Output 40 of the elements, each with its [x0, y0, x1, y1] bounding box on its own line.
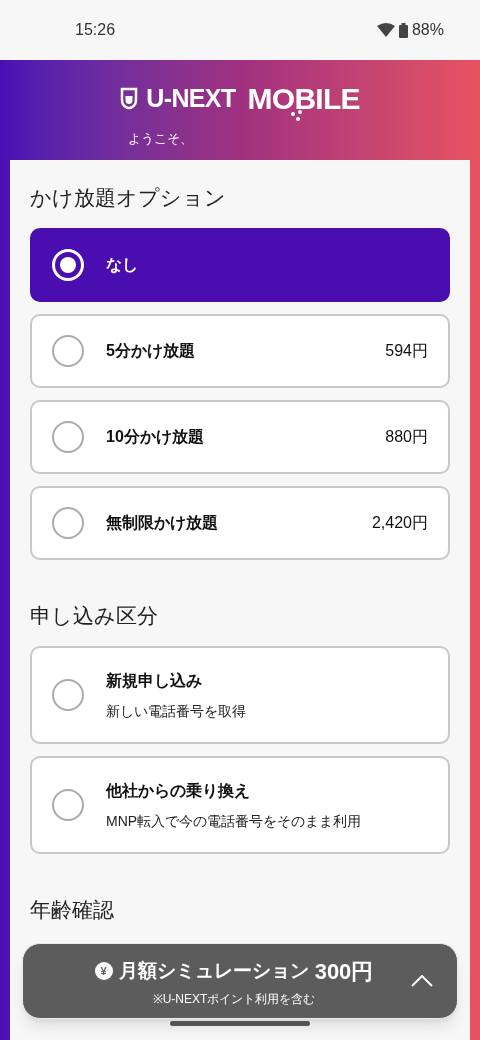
option-label: 無制限かけ放題 — [106, 513, 219, 533]
dots-icon — [290, 110, 304, 122]
option-description: 新しい電話番号を取得 — [106, 701, 247, 721]
option-card[interactable]: 新規申し込み 新しい電話番号を取得 — [30, 646, 450, 744]
option-card[interactable]: なし — [30, 228, 450, 302]
option-price: 594円 — [385, 341, 428, 361]
status-time: 15:26 — [75, 20, 116, 40]
radio-button[interactable] — [52, 679, 84, 711]
battery-level: 88% — [411, 20, 444, 40]
section-title: 年齢確認 — [30, 897, 115, 923]
option-label: 他社からの乗り換え — [106, 780, 251, 801]
yen-icon: ¥ — [94, 962, 113, 980]
option-label: 5分かけ放題 — [106, 341, 196, 361]
radio-button[interactable] — [52, 507, 84, 539]
option-description: MNP転入で今の電話番号をそのまま利用 — [106, 811, 363, 831]
brand-name: U-NEXT — [146, 83, 236, 114]
radio-button[interactable] — [52, 789, 84, 821]
radio-button[interactable] — [52, 335, 84, 367]
option-price: 880円 — [385, 427, 428, 447]
option-card[interactable]: 10分かけ放題 880円 — [30, 400, 450, 474]
product-name: MOBILE — [247, 85, 360, 112]
option-card[interactable]: 5分かけ放題 594円 — [30, 314, 450, 388]
section-title: 申し込み区分 — [30, 603, 159, 629]
simulation-amount: 300円 — [314, 957, 374, 986]
option-label: 新規申し込み — [106, 670, 203, 691]
option-card[interactable]: 無制限かけ放題 2,420円 — [30, 486, 450, 560]
wifi-icon — [376, 23, 395, 37]
option-card[interactable]: 他社からの乗り換え MNP転入で今の電話番号をそのまま利用 — [30, 756, 450, 854]
welcome-text: ようこそ、 — [128, 130, 193, 146]
chevron-up-icon[interactable] — [411, 975, 433, 987]
shield-icon — [120, 86, 139, 111]
radio-button[interactable] — [52, 421, 84, 453]
section-title: かけ放題オプション — [30, 185, 227, 211]
option-label: なし — [106, 255, 139, 276]
simulation-note: ※U-NEXTポイント利用を含む — [152, 990, 316, 1008]
simulation-title: 月額シミュレーション — [118, 958, 309, 983]
battery-icon — [398, 22, 408, 38]
option-label: 10分かけ放題 — [106, 427, 205, 447]
simulation-bar[interactable]: ¥ 月額シミュレーション 300円 ※U-NEXTポイント利用を含む — [22, 943, 458, 1019]
option-price: 2,420円 — [371, 513, 428, 533]
